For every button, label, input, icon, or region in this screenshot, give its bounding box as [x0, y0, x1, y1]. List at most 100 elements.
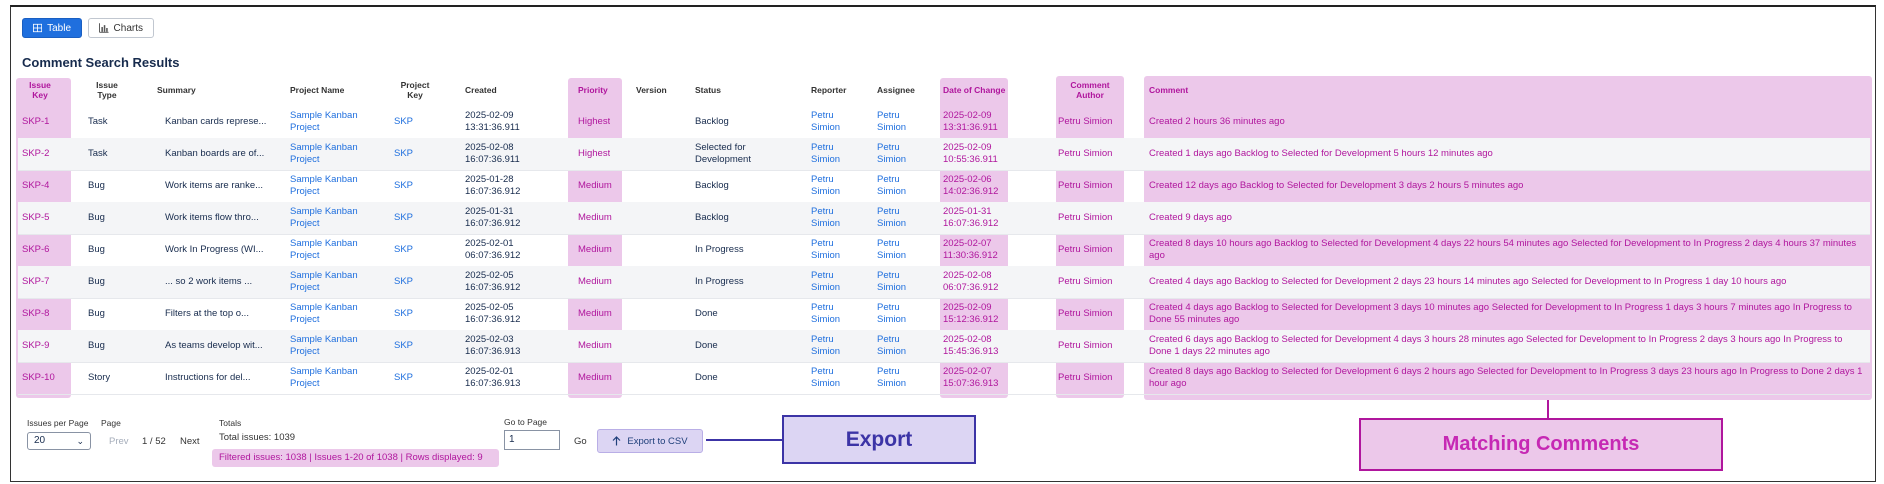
cell-project-name[interactable]: Sample Kanban Project [290, 142, 370, 166]
cell-reporter[interactable]: Petru Simion [811, 270, 851, 294]
cell-project-key[interactable]: SKP [394, 372, 413, 384]
cell-assignee[interactable]: Petru Simion [877, 174, 917, 198]
cell-project-name[interactable]: Sample Kanban Project [290, 206, 370, 230]
cell-type: Bug [88, 308, 105, 319]
cell-key[interactable]: SKP-6 [22, 244, 49, 256]
upload-arrow-icon [612, 436, 621, 446]
cell-key[interactable]: SKP-7 [22, 276, 49, 288]
cell-assignee[interactable]: Petru Simion [877, 142, 917, 166]
export-callout-connector [706, 439, 783, 441]
cell-project-key[interactable]: SKP [394, 148, 413, 160]
cell-project-key[interactable]: SKP [394, 308, 413, 320]
col-header-issue-key[interactable]: Issue Key [22, 80, 58, 100]
cell-priority: Medium [578, 212, 612, 223]
cell-project-key[interactable]: SKP [394, 212, 413, 224]
col-header-reporter[interactable]: Reporter [811, 85, 846, 95]
cell-created: 2025-02-01 06:07:36.912 [465, 238, 521, 261]
col-header-project-name[interactable]: Project Name [290, 85, 344, 95]
cell-project-name[interactable]: Sample Kanban Project [290, 302, 370, 326]
cell-assignee[interactable]: Petru Simion [877, 270, 917, 294]
cell-status: Backlog [695, 212, 729, 223]
cell-priority: Medium [578, 308, 612, 319]
cell-created: 2025-01-31 16:07:36.912 [465, 206, 521, 229]
cell-project-key[interactable]: SKP [394, 340, 413, 352]
issues-per-page-select[interactable]: 20 ⌄ [27, 432, 91, 450]
cell-created: 2025-02-09 13:31:36.911 [465, 110, 520, 133]
cell-summary: Filters at the top o... [165, 308, 249, 319]
cell-project-key[interactable]: SKP [394, 180, 413, 192]
cell-status: Backlog [695, 116, 729, 127]
cell-project-name[interactable]: Sample Kanban Project [290, 238, 370, 262]
cell-date-of-change: 2025-02-09 10:55:36.911 [943, 142, 998, 165]
charts-view-button[interactable]: Charts [88, 18, 154, 38]
col-header-created[interactable]: Created [465, 85, 497, 95]
cell-project-name[interactable]: Sample Kanban Project [290, 270, 370, 294]
cell-priority: Medium [578, 340, 612, 351]
cell-key[interactable]: SKP-10 [22, 372, 55, 384]
col-header-summary[interactable]: Summary [157, 85, 196, 95]
cell-type: Bug [88, 212, 105, 223]
cell-reporter[interactable]: Petru Simion [811, 334, 851, 358]
issues-per-page-value: 20 [34, 435, 46, 446]
prev-button[interactable]: Prev [109, 436, 129, 447]
cell-assignee[interactable]: Petru Simion [877, 366, 917, 390]
cell-assignee[interactable]: Petru Simion [877, 238, 917, 262]
cell-reporter[interactable]: Petru Simion [811, 206, 851, 230]
cell-assignee[interactable]: Petru Simion [877, 302, 917, 326]
totals-label: Totals [219, 418, 242, 428]
col-header-priority[interactable]: Priority [578, 85, 608, 95]
cell-reporter[interactable]: Petru Simion [811, 302, 851, 326]
page-indicator: 1 / 52 [142, 436, 166, 447]
cell-priority: Medium [578, 372, 612, 383]
col-header-status[interactable]: Status [695, 85, 721, 95]
cell-comment: Created 6 days ago Backlog to Selected f… [1149, 334, 1843, 357]
col-header-date-of-change[interactable]: Date of Change [943, 85, 1005, 95]
cell-comment-author: Petru Simion [1058, 340, 1113, 351]
cell-priority: Medium [578, 244, 612, 255]
cell-date-of-change: 2025-01-31 16:07:36.912 [943, 206, 999, 229]
cell-comment-author: Petru Simion [1058, 148, 1113, 159]
col-header-comment[interactable]: Comment [1149, 85, 1188, 95]
cell-summary: ... so 2 work items ... [165, 276, 253, 287]
cell-assignee[interactable]: Petru Simion [877, 206, 917, 230]
cell-key[interactable]: SKP-9 [22, 340, 49, 352]
cell-status: Done [695, 340, 718, 351]
cell-key[interactable]: SKP-4 [22, 180, 49, 192]
col-header-issue-type[interactable]: Issue Type [92, 80, 122, 100]
cell-key[interactable]: SKP-2 [22, 148, 49, 160]
cell-project-key[interactable]: SKP [394, 116, 413, 128]
cell-key[interactable]: SKP-5 [22, 212, 49, 224]
cell-project-key[interactable]: SKP [394, 244, 413, 256]
cell-comment: Created 12 days ago Backlog to Selected … [1149, 180, 1524, 191]
cell-reporter[interactable]: Petru Simion [811, 174, 851, 198]
cell-type: Bug [88, 276, 105, 287]
cell-reporter[interactable]: Petru Simion [811, 366, 851, 390]
next-button[interactable]: Next [180, 436, 200, 447]
cell-project-name[interactable]: Sample Kanban Project [290, 174, 370, 198]
go-button[interactable]: Go [574, 436, 587, 447]
cell-key[interactable]: SKP-1 [22, 116, 49, 128]
cell-project-name[interactable]: Sample Kanban Project [290, 334, 370, 358]
cell-reporter[interactable]: Petru Simion [811, 238, 851, 262]
col-header-version[interactable]: Version [636, 85, 667, 95]
cell-project-name[interactable]: Sample Kanban Project [290, 366, 370, 390]
cell-key[interactable]: SKP-8 [22, 308, 49, 320]
col-header-comment-author[interactable]: Comment Author [1062, 80, 1118, 100]
cell-status: Backlog [695, 180, 729, 191]
goto-page-input[interactable]: 1 [504, 430, 560, 450]
cell-reporter[interactable]: Petru Simion [811, 110, 851, 134]
filtered-issues-info: Filtered issues: 1038 | Issues 1-20 of 1… [212, 449, 499, 467]
cell-project-key[interactable]: SKP [394, 276, 413, 288]
cell-reporter[interactable]: Petru Simion [811, 142, 851, 166]
cell-project-name[interactable]: Sample Kanban Project [290, 110, 370, 134]
col-header-assignee[interactable]: Assignee [877, 85, 915, 95]
cell-created: 2025-02-08 16:07:36.911 [465, 142, 520, 165]
table-view-button[interactable]: Table [22, 18, 82, 38]
export-csv-button[interactable]: Export to CSV [597, 429, 703, 453]
cell-assignee[interactable]: Petru Simion [877, 110, 917, 134]
cell-comment: Created 4 days ago Backlog to Selected f… [1149, 302, 1852, 325]
col-header-project-key[interactable]: Project Key [396, 80, 434, 100]
cell-assignee[interactable]: Petru Simion [877, 334, 917, 358]
cell-type: Task [88, 116, 108, 127]
cell-comment-author: Petru Simion [1058, 180, 1113, 191]
